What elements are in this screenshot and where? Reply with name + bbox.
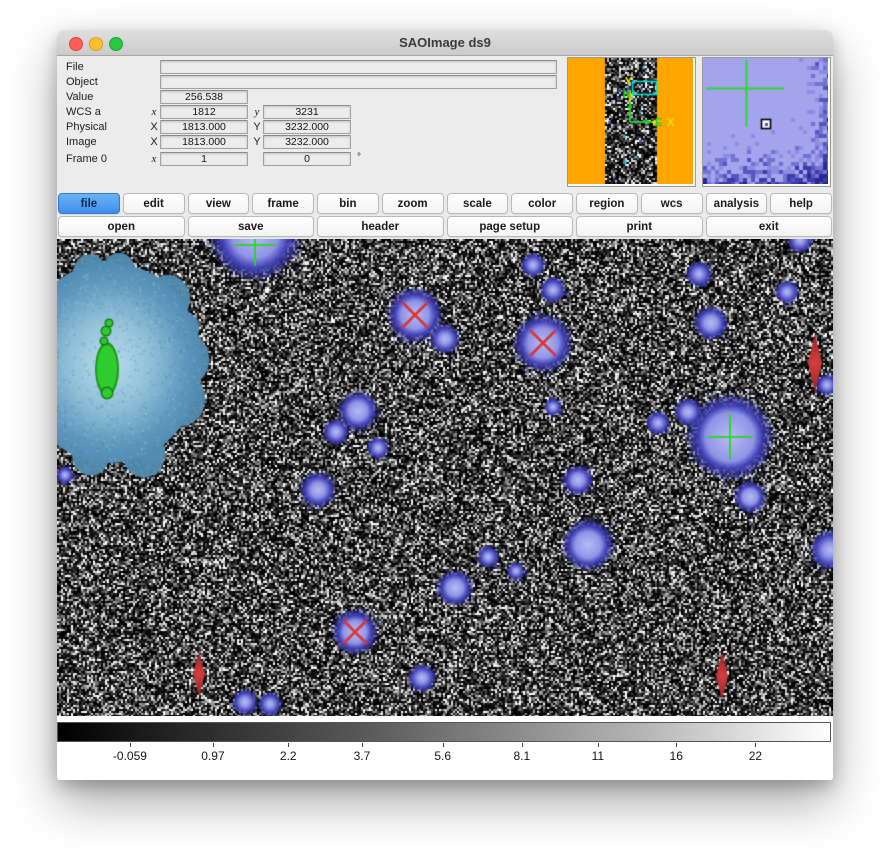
- colorbar-tick-label: 22: [749, 749, 762, 763]
- frame-angle-field[interactable]: [263, 152, 351, 166]
- colorbar-tick-label: 16: [670, 749, 683, 763]
- panner-panel[interactable]: [567, 57, 696, 187]
- wcs-y-label: y: [252, 106, 262, 118]
- menu-wcs[interactable]: wcs: [641, 193, 703, 214]
- open-button[interactable]: open: [58, 216, 185, 237]
- colorbar-section: -0.059 0.97 2.2 3.7 5.6 8.1 11 16 22: [57, 716, 833, 780]
- primary-menubar: file edit view frame bin zoom scale colo…: [58, 193, 832, 214]
- wcs-label: WCS a: [66, 106, 101, 118]
- print-button[interactable]: print: [576, 216, 703, 237]
- menu-file[interactable]: file: [58, 193, 120, 214]
- image-display-area[interactable]: [57, 239, 833, 716]
- page-setup-button[interactable]: page setup: [447, 216, 574, 237]
- colorbar-gradient[interactable]: [57, 722, 831, 742]
- menu-edit[interactable]: edit: [123, 193, 185, 214]
- image-x-label: X: [149, 136, 159, 148]
- menu-color[interactable]: color: [511, 193, 573, 214]
- physical-x-label: X: [149, 121, 159, 133]
- secondary-menubar: open save header page setup print exit: [58, 216, 832, 237]
- file-label: File: [66, 61, 84, 73]
- wcs-x-label: x: [149, 106, 159, 118]
- header-button[interactable]: header: [317, 216, 444, 237]
- panner-canvas[interactable]: [568, 58, 693, 184]
- colorbar-tick-label: 5.6: [434, 749, 451, 763]
- menu-frame[interactable]: frame: [252, 193, 314, 214]
- colorbar-tick: [522, 743, 523, 747]
- wcs-x-field[interactable]: [160, 105, 248, 119]
- colorbar-tick-label: 3.7: [354, 749, 371, 763]
- colorbar-tick: [362, 743, 363, 747]
- menu-bin[interactable]: bin: [317, 193, 379, 214]
- menu-analysis[interactable]: analysis: [706, 193, 768, 214]
- menu-zoom[interactable]: zoom: [382, 193, 444, 214]
- frame-x-field[interactable]: [160, 152, 248, 166]
- colorbar-tick: [755, 743, 756, 747]
- info-panel: File Object Value WCS a x y Physical X Y…: [57, 56, 833, 192]
- colorbar-tick-label: 11: [592, 749, 604, 763]
- image-y-field[interactable]: [263, 135, 351, 149]
- colorbar-tick-label: 0.97: [201, 749, 224, 763]
- image-label: Image: [66, 136, 97, 148]
- image-x-field[interactable]: [160, 135, 248, 149]
- menu-help[interactable]: help: [770, 193, 832, 214]
- window-title: SAOImage ds9: [57, 35, 833, 50]
- image-y-label: Y: [252, 136, 262, 148]
- frame-label: Frame 0: [66, 153, 107, 165]
- object-label: Object: [66, 76, 98, 88]
- physical-y-label: Y: [252, 121, 262, 133]
- menu-scale[interactable]: scale: [447, 193, 509, 214]
- value-label: Value: [66, 91, 93, 103]
- colorbar-tick-label: 2.2: [280, 749, 297, 763]
- colorbar-tick: [130, 743, 131, 747]
- colorbar-tick: [213, 743, 214, 747]
- colorbar-tick: [598, 743, 599, 747]
- frame-x-label: x: [149, 153, 159, 165]
- colorbar-tick: [443, 743, 444, 747]
- degree-symbol: °: [357, 152, 361, 163]
- colorbar-tick-label: 8.1: [513, 749, 530, 763]
- save-button[interactable]: save: [188, 216, 315, 237]
- colorbar-tick-label: -0.059: [113, 749, 147, 763]
- object-field[interactable]: [160, 75, 557, 89]
- colorbar-tick: [288, 743, 289, 747]
- menu-view[interactable]: view: [188, 193, 250, 214]
- titlebar[interactable]: SAOImage ds9: [57, 30, 833, 56]
- physical-y-field[interactable]: [263, 120, 351, 134]
- file-field[interactable]: [160, 60, 557, 74]
- magnifier-canvas: [703, 58, 828, 184]
- wcs-y-field[interactable]: [263, 105, 351, 119]
- ds9-window: SAOImage ds9 File Object Value WCS a x y…: [57, 30, 833, 780]
- physical-x-field[interactable]: [160, 120, 248, 134]
- menu-region[interactable]: region: [576, 193, 638, 214]
- magnifier-panel: [702, 57, 831, 187]
- exit-button[interactable]: exit: [706, 216, 833, 237]
- physical-label: Physical: [66, 121, 107, 133]
- sky-image-canvas[interactable]: [57, 239, 833, 716]
- value-field[interactable]: [160, 90, 248, 104]
- colorbar-tick: [676, 743, 677, 747]
